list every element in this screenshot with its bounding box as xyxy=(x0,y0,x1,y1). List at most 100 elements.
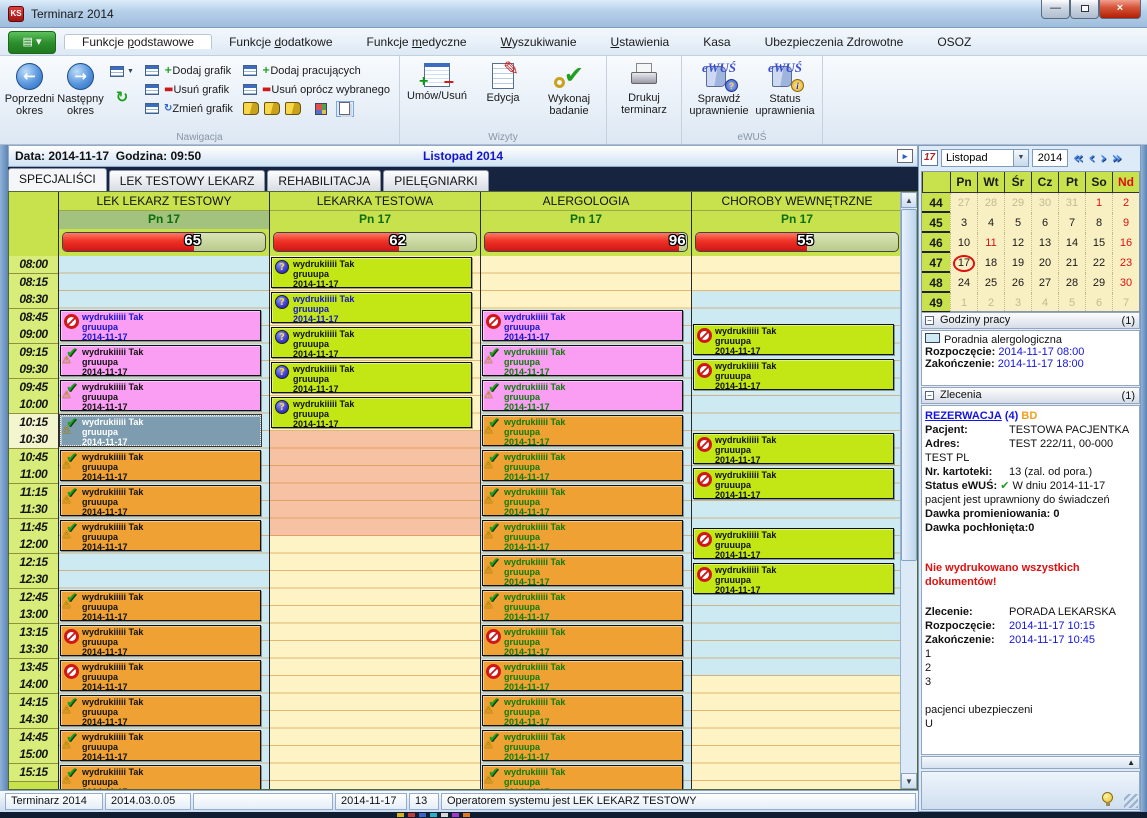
appointment[interactable]: ✔⚠wydrukiiiii Takgruuupa2014-11-17 xyxy=(60,695,261,726)
column-body[interactable]: wydrukiiiii Takgruuupa2014-11-17 wydrukii… xyxy=(692,256,902,789)
ribbon-tab-ustawienia[interactable]: Ustawienia xyxy=(594,35,687,49)
minical-day-cell[interactable]: 30 xyxy=(1031,193,1058,213)
scroll-up-button[interactable]: ▲ xyxy=(901,192,917,208)
column-body[interactable]: wydrukiiiii Takgruuupa2014-11-17 ✔⚠wydruk… xyxy=(59,256,269,789)
appointment[interactable]: wydrukiiiii Takgruuupa2014-11-17 xyxy=(60,660,261,691)
reservation-link[interactable]: REZERWACJA xyxy=(925,410,1002,422)
minical-day-cell[interactable]: 29 xyxy=(1004,193,1031,213)
lightbulb-icon[interactable] xyxy=(1102,792,1113,803)
appointment[interactable]: wydrukiiiii Takgruuupa2014-11-17 xyxy=(693,433,894,464)
ribbon-tab-wyszukiwanie[interactable]: Wyszukiwanie xyxy=(484,35,594,49)
scroll-down-button[interactable]: ▼ xyxy=(901,773,917,789)
minical-day-cell[interactable]: 29 xyxy=(1085,273,1112,293)
print-schedule-button[interactable]: Drukuj terminarz xyxy=(611,59,677,130)
schedule-column-1[interactable]: LEK LEKARZ TESTOWYPn 1765wydrukiiiii Tak… xyxy=(58,192,269,789)
resize-grip[interactable] xyxy=(1124,794,1138,808)
appointment[interactable]: wydrukiiiii Takgruuupa2014-11-17 xyxy=(482,660,683,691)
minical-day-cell[interactable]: 3 xyxy=(950,213,977,233)
column-body[interactable]: ?wydrukiiiii Takgruuupa2014-11-17 ?wydruk… xyxy=(270,256,480,789)
tab-lek-testowy-lekarz[interactable]: LEK TESTOWY LEKARZ xyxy=(109,170,266,191)
minical-day-cell[interactable]: 26 xyxy=(1004,273,1031,293)
minical-day-cell[interactable]: 12 xyxy=(1004,233,1031,253)
minical-day-cell[interactable]: 6 xyxy=(1031,213,1058,233)
year-input[interactable]: 2014 xyxy=(1032,149,1068,167)
book-button-2[interactable] xyxy=(264,102,280,115)
minical-day-cell[interactable]: 14 xyxy=(1058,233,1085,253)
schedule-column-2[interactable]: LEKARKA TESTOWAPn 1762?wydrukiiiii Takgr… xyxy=(269,192,480,789)
minimize-button[interactable]: — xyxy=(1041,0,1070,19)
appointment[interactable]: wydrukiiiii Takgruuupa2014-11-17 xyxy=(693,359,894,390)
minical-day-cell[interactable]: 18 xyxy=(977,253,1004,273)
next-period-button[interactable]: →Następny okres xyxy=(55,59,106,130)
nav-button-usu-grafik[interactable]: ▬Usuń grafik xyxy=(142,80,236,99)
minical-day-cell[interactable]: 7 xyxy=(1112,293,1139,313)
appointment[interactable]: wydrukiiiii Takgruuupa2014-11-17 xyxy=(693,528,894,559)
minical-day-cell[interactable]: 28 xyxy=(977,193,1004,213)
tab-specjaliści[interactable]: SPECJALIŚCI xyxy=(8,168,107,191)
minical-day-cell[interactable]: 8 xyxy=(1085,213,1112,233)
panel-toggle-button[interactable]: ▸ xyxy=(897,149,913,163)
minical-day-cell[interactable]: 24 xyxy=(950,273,977,293)
orders-section-header[interactable]: − Zlecenia (1) xyxy=(921,387,1140,404)
nav-button-dodaj-grafik[interactable]: +Dodaj grafik xyxy=(142,61,236,80)
minical-day-cell[interactable]: 20 xyxy=(1031,253,1058,273)
perform-exam-button[interactable]: ✔Wykonaj badanie xyxy=(536,59,602,130)
nav-button-dodaj-pracuj-cych[interactable]: +Dodaj pracujących xyxy=(240,61,393,80)
month-select[interactable]: Listopad ▼ xyxy=(941,149,1029,167)
minical-day-cell[interactable]: 4 xyxy=(1031,293,1058,313)
minical-day-cell[interactable]: 28 xyxy=(1058,273,1085,293)
minical-day-cell[interactable]: 30 xyxy=(1112,273,1139,293)
ribbon-tab-funkcje-dodatkowe[interactable]: Funkcje dodatkowe xyxy=(212,35,349,49)
minical-day-cell[interactable]: 6 xyxy=(1085,293,1112,313)
appointment[interactable]: ✔⚠wydrukiiiii Takgruuupa2014-11-17 xyxy=(60,450,261,481)
app-menu-button[interactable]: ▤ ▾ xyxy=(8,31,56,54)
nav-button-zmie-grafik[interactable]: ↻Zmień grafik xyxy=(142,99,236,118)
book-button-3[interactable] xyxy=(285,102,301,115)
minical-day-cell[interactable]: 13 xyxy=(1031,233,1058,253)
appointment[interactable]: wydrukiiiii Takgruuupa2014-11-17 xyxy=(482,310,683,341)
minical-day-cell[interactable]: 9 xyxy=(1112,213,1139,233)
nav-button-usu-opr-cz-wybranego[interactable]: ▬Usuń oprócz wybranego xyxy=(240,80,393,99)
period-view-dropdown-button[interactable]: ▼ xyxy=(107,61,137,81)
minical-day-cell[interactable]: 21 xyxy=(1058,253,1085,273)
appointment[interactable]: ✔⚠wydrukiiiii Takgruuupa2014-11-17 xyxy=(482,485,683,516)
refresh-button[interactable]: ↻ xyxy=(107,87,137,107)
previous-period-button[interactable]: ←Poprzedni okres xyxy=(4,59,55,130)
minical-day-cell[interactable]: 25 xyxy=(977,273,1004,293)
appointment[interactable]: ✔⚠wydrukiiiii Takgruuupa2014-11-17 xyxy=(482,730,683,761)
appointment[interactable]: wydrukiiiii Takgruuupa2014-11-17 xyxy=(693,563,894,594)
minical-day-cell[interactable]: 5 xyxy=(1004,213,1031,233)
minical-day-cell[interactable]: 15 xyxy=(1085,233,1112,253)
minical-day-cell[interactable]: 27 xyxy=(1031,273,1058,293)
appointment[interactable]: ✔⚠wydrukiiiii Takgruuupa2014-11-17 xyxy=(482,590,683,621)
first-month-button[interactable]: « xyxy=(1073,149,1083,167)
appointment[interactable]: ?wydrukiiiii Takgruuupa2014-11-17 xyxy=(271,257,472,288)
appointment[interactable]: ?wydrukiiiii Takgruuupa2014-11-17 xyxy=(271,292,472,323)
ribbon-tab-osoz[interactable]: OSOZ xyxy=(920,35,988,49)
appointment[interactable]: ✔⚠wydrukiiiii Takgruuupa2014-11-17 xyxy=(482,555,683,586)
tab-rehabilitacja[interactable]: REHABILITACJA xyxy=(267,170,381,191)
minical-day-cell[interactable]: 27 xyxy=(950,193,977,213)
minical-day-cell[interactable]: 31 xyxy=(1058,193,1085,213)
appointment[interactable]: ✔⚠wydrukiiiii Takgruuupa2014-11-17 xyxy=(482,450,683,481)
appointment[interactable]: ?wydrukiiiii Takgruuupa2014-11-17 xyxy=(271,327,472,358)
appointment[interactable]: ?wydrukiiiii Takgruuupa2014-11-17 xyxy=(271,362,472,393)
copy-page-button[interactable] xyxy=(336,101,354,117)
collapse-icon[interactable]: − xyxy=(925,316,934,325)
work-hours-section-header[interactable]: − Godziny pracy (1) xyxy=(921,312,1140,329)
last-month-button[interactable]: » xyxy=(1112,149,1122,167)
minical-day-cell[interactable]: 10 xyxy=(950,233,977,253)
minical-day-cell[interactable]: 7 xyxy=(1058,213,1085,233)
ribbon-tab-funkcje-medyczne[interactable]: Funkcje medyczne xyxy=(350,35,484,49)
appointment[interactable]: ✔⚠wydrukiiiii Takgruuupa2014-11-17 xyxy=(60,730,261,761)
color-grid-button[interactable] xyxy=(312,101,330,117)
minical-day-cell[interactable]: 1 xyxy=(1085,193,1112,213)
prev-month-button[interactable]: ‹ xyxy=(1088,149,1095,167)
ribbon-tab-ubezpieczenia-zdrowotne[interactable]: Ubezpieczenia Zdrowotne xyxy=(748,35,921,49)
ribbon-tab-kasa[interactable]: Kasa xyxy=(686,35,747,49)
chevron-down-icon[interactable]: ▼ xyxy=(1013,150,1028,166)
vertical-scrollbar[interactable]: ▲ ▼ xyxy=(900,192,917,789)
check-entitlement-button[interactable]: eWUŚ?Sprawdź uprawnienie xyxy=(686,59,752,130)
appointment[interactable]: ✔⚠wydrukiiiii Takgruuupa2014-11-17 xyxy=(60,485,261,516)
restore-button[interactable] xyxy=(1070,0,1099,19)
